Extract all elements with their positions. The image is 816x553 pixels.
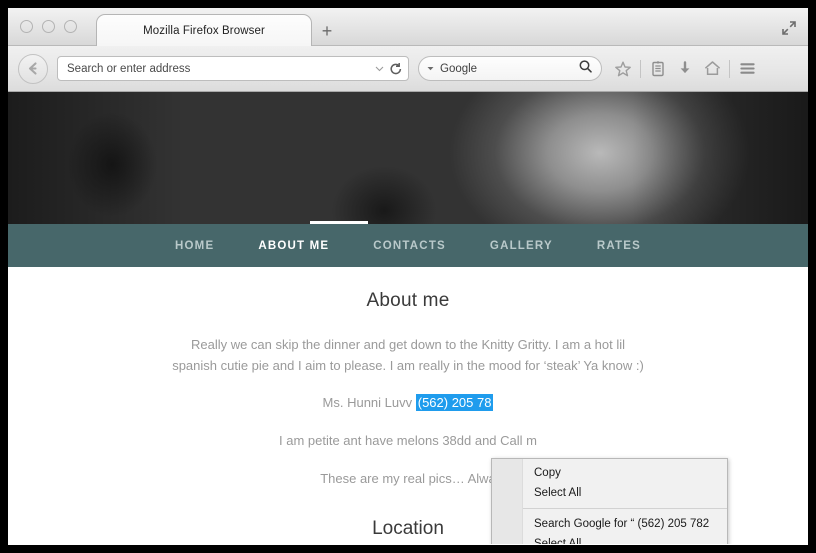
window-maximize-button[interactable] <box>64 20 77 33</box>
search-engine-dropdown-icon[interactable] <box>426 60 435 78</box>
browser-tab-title: Mozilla Firefox Browser <box>143 24 265 37</box>
window-close-button[interactable] <box>20 20 33 33</box>
context-menu-separator <box>523 508 727 509</box>
magnifier-icon[interactable] <box>578 59 593 79</box>
menu-item-copy-label: Copy <box>534 467 561 479</box>
menu-item-copy[interactable]: Copy <box>492 463 727 483</box>
nav-item-contacts[interactable]: CONTACTS <box>351 240 468 252</box>
context-menu: Copy Select All Search Google for “ (562… <box>491 458 728 544</box>
nav-item-home[interactable]: HOME <box>153 240 236 252</box>
nav-item-gallery[interactable]: GALLERY <box>468 240 575 252</box>
search-bar[interactable]: Google <box>418 56 602 81</box>
nav-item-about-me[interactable]: ABOUT ME <box>236 240 351 252</box>
browser-window: Mozilla Firefox Browser + Search or ente… <box>8 8 808 545</box>
toolbar-divider <box>640 59 641 78</box>
toolbar-divider <box>729 59 730 78</box>
active-nav-underline <box>310 221 368 224</box>
window-minimize-button[interactable] <box>42 20 55 33</box>
home-icon[interactable] <box>699 56 725 82</box>
menu-item-search-google[interactable]: Search Google for “ (562) 205 782 <box>492 514 727 534</box>
restore-window-icon[interactable] <box>780 19 798 37</box>
reading-list-icon[interactable] <box>645 56 671 82</box>
window-controls <box>20 20 77 33</box>
menu-item-select-all-2[interactable]: Select All <box>492 534 727 544</box>
back-arrow-icon <box>28 62 37 75</box>
about-paragraph-line-4: I am petite ant have melons 38dd and Cal… <box>279 433 537 448</box>
menu-item-select-all-2-label: Select All <box>534 538 582 544</box>
selected-phone-number[interactable]: (562) 205 78 <box>415 394 494 411</box>
browser-toolbar: Search or enter address Google <box>8 46 808 92</box>
address-bar[interactable]: Search or enter address <box>57 56 409 81</box>
nav-item-rates[interactable]: RATES <box>575 240 663 252</box>
about-paragraph-line-2: spanish cutie pie and I aim to please. I… <box>172 358 644 373</box>
tab-strip: Mozilla Firefox Browser + <box>8 8 808 46</box>
hamburger-menu-icon[interactable] <box>734 56 760 82</box>
hero-shading-overlay <box>8 92 808 224</box>
download-arrow-icon[interactable] <box>672 56 698 82</box>
reload-icon[interactable] <box>389 62 403 76</box>
back-button[interactable] <box>18 53 48 84</box>
about-name-line: Ms. Hunni Luvv (562) 205 78 <box>98 392 718 413</box>
escort-name: Ms. Hunni Luvv <box>322 395 416 410</box>
web-page-content: HOME ABOUT ME CONTACTS GALLERY RATES Abo… <box>8 92 808 544</box>
browser-tab[interactable]: Mozilla Firefox Browser <box>96 14 312 46</box>
toolbar-icon-group <box>610 56 760 82</box>
site-navigation: HOME ABOUT ME CONTACTS GALLERY RATES <box>8 224 808 267</box>
menu-item-search-google-label: Search Google for “ (562) 205 782 <box>534 518 710 530</box>
about-paragraph-line-1: Really we can skip the dinner and get do… <box>190 337 626 352</box>
chevron-down-icon[interactable] <box>374 63 385 74</box>
menu-item-select-all[interactable]: Select All <box>492 483 727 503</box>
menu-item-select-all-label: Select All <box>534 487 582 499</box>
star-icon[interactable] <box>610 56 636 82</box>
address-bar-placeholder: Search or enter address <box>67 62 191 75</box>
search-engine-label: Google <box>440 62 478 75</box>
hero-banner-image <box>8 92 808 224</box>
new-tab-button[interactable]: + <box>317 22 337 43</box>
about-heading: About me <box>366 290 450 311</box>
